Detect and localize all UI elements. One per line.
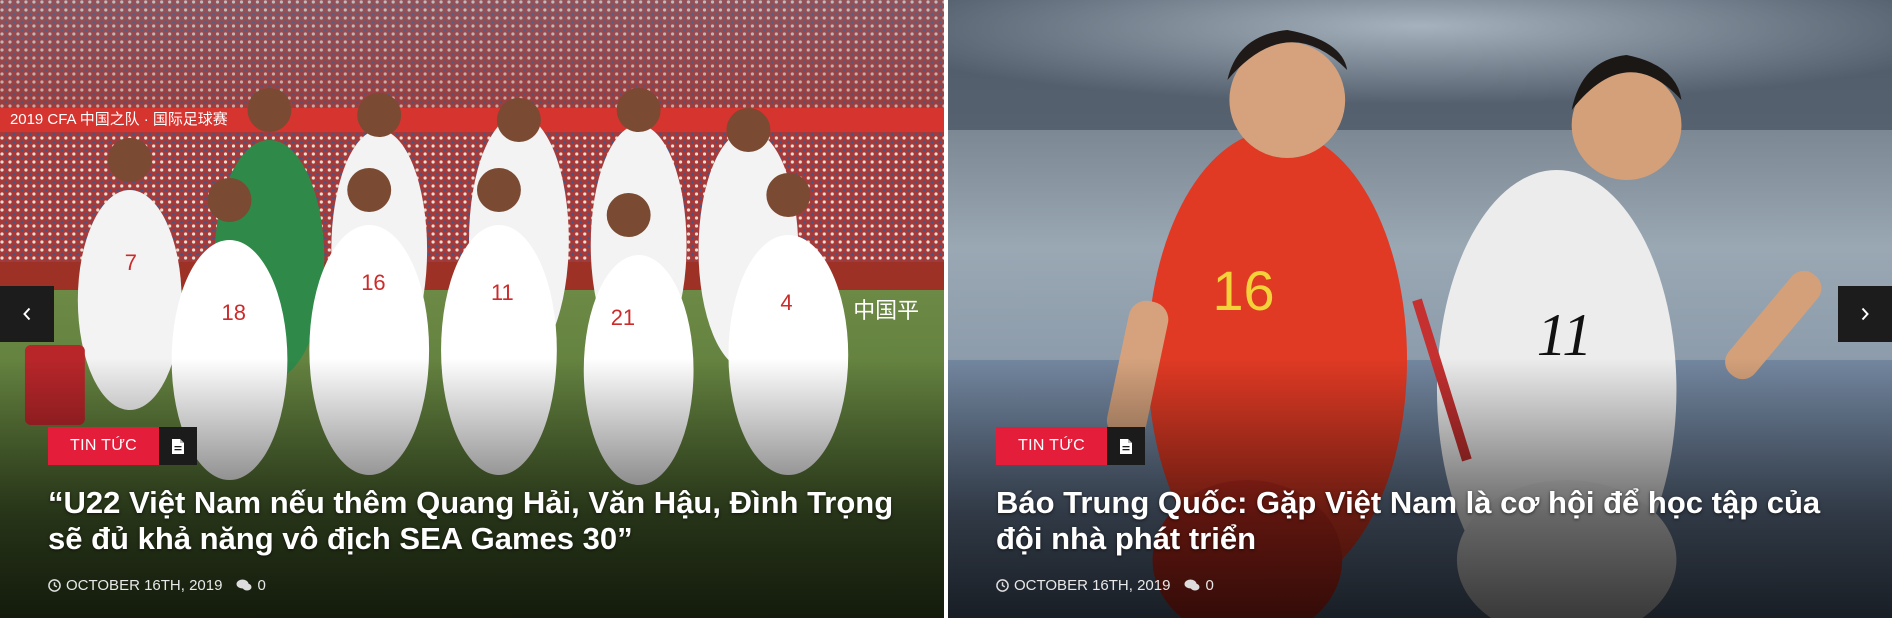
comments-icon — [1184, 579, 1200, 591]
clock-icon — [996, 579, 1009, 592]
document-icon[interactable] — [1107, 427, 1146, 465]
post-date: OCTOBER 16TH, 2019 — [48, 577, 222, 594]
chevron-left-icon — [23, 307, 31, 321]
post-date: OCTOBER 16TH, 2019 — [996, 577, 1170, 594]
comments-icon — [236, 579, 252, 591]
comment-count[interactable]: 0 — [236, 577, 266, 594]
svg-text:16: 16 — [361, 270, 385, 295]
news-slider: 18 16 11 21 4 7 2019 CFA 中国之队 · 国际足球赛 中国平 T… — [0, 0, 1892, 618]
category-tag[interactable]: TIN TỨC — [48, 427, 160, 465]
article-title[interactable]: “U22 Việt Nam nếu thêm Quang Hải, Văn Hậ… — [48, 485, 904, 557]
slide-2-caption: TIN TỨC Báo Trung Quốc: Gặp Việt Nam là … — [996, 427, 1852, 594]
svg-text:16: 16 — [1212, 259, 1274, 322]
svg-text:21: 21 — [611, 305, 635, 330]
svg-text:7: 7 — [125, 250, 137, 275]
svg-text:18: 18 — [222, 300, 246, 325]
stadium-banner-text: 2019 CFA 中国之队 · 国际足球赛 — [10, 111, 228, 128]
next-slide-button[interactable] — [1838, 286, 1892, 342]
svg-text:11: 11 — [491, 280, 514, 305]
chevron-right-icon — [1861, 307, 1869, 321]
slide-1-caption: TIN TỨC “U22 Việt Nam nếu thêm Quang Hải… — [48, 427, 904, 594]
prev-slide-button[interactable] — [0, 286, 54, 342]
clock-icon — [48, 579, 61, 592]
svg-text:4: 4 — [780, 290, 792, 315]
slide-2[interactable]: 16 11 TIN TỨC Báo Trung Quốc: Gặp Việt N… — [944, 0, 1892, 618]
comment-count[interactable]: 0 — [1184, 577, 1214, 594]
slide-1[interactable]: 18 16 11 21 4 7 2019 CFA 中国之队 · 国际足球赛 中国平 T… — [0, 0, 944, 618]
document-icon[interactable] — [159, 427, 198, 465]
article-title[interactable]: Báo Trung Quốc: Gặp Việt Nam là cơ hội đ… — [996, 485, 1852, 557]
pitch-banner-text: 中国平 — [853, 298, 919, 323]
category-tag[interactable]: TIN TỨC — [996, 427, 1108, 465]
